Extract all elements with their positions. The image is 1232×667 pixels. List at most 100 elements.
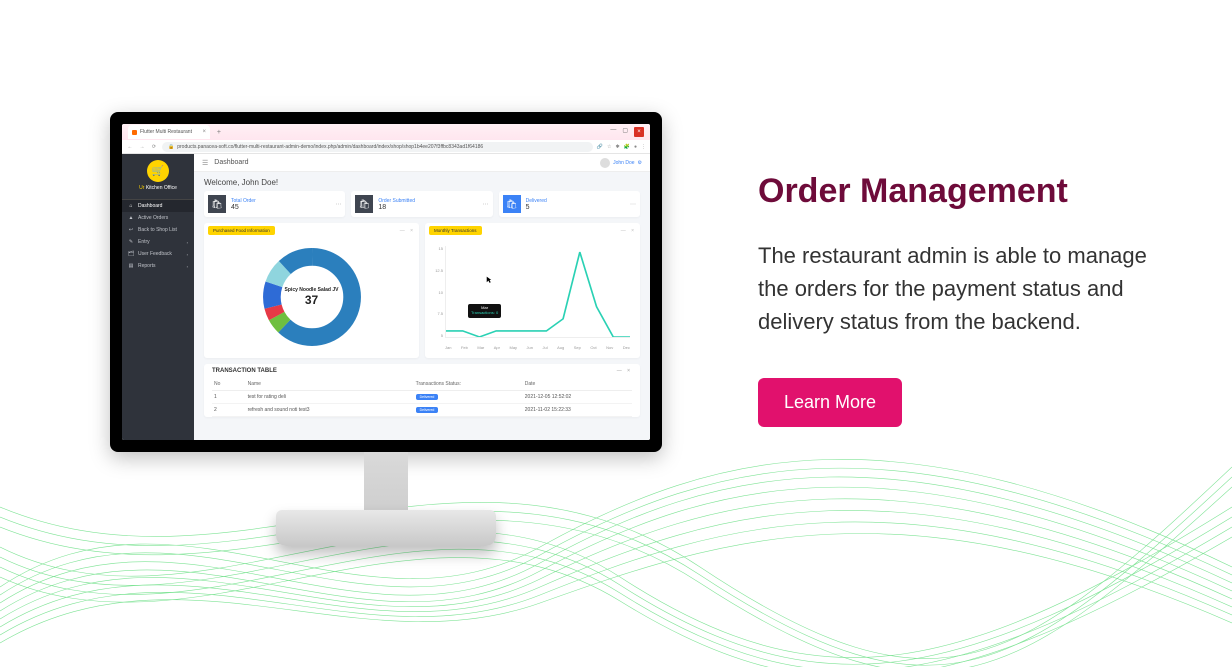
cart-icon: 🛒 [147,160,169,182]
status-badge: Delivered [416,394,439,400]
monitor-mockup: Flutter Multi Restaurant × + — ▢ × ← → ⟳… [110,112,662,546]
feature-heading: Order Management [758,172,1148,211]
chevron-right-icon: › [187,264,188,269]
stat-order-submitted: 🛍 Order Submitted18 ⋯ [351,191,492,217]
orders-icon: ▲ [128,215,134,221]
sidebar-item-label: Active Orders [138,215,168,221]
cell-date: 2021-11-02 15:22:33 [523,404,632,417]
learn-more-button[interactable]: Learn More [758,378,902,427]
feature-copy: Order Management The restaurant admin is… [758,172,1148,427]
chart-tooltip: Mar Transactions: 0 [468,304,501,318]
puzzle-icon[interactable]: 🧩 [624,144,630,150]
close-tab-icon[interactable]: × [202,129,206,135]
donut-panel: Purchased Food Information — × [204,223,419,358]
sidebar-item-reports[interactable]: ▤ Reports › [122,260,194,272]
user-name: John Doe [613,160,634,166]
page-title: Dashboard [214,159,248,166]
sidebar: 🛒 Ur Kitchen Office ⌂ Dashboard ▲ Active O… [122,154,194,440]
sidebar-item-dashboard[interactable]: ⌂ Dashboard [122,200,194,212]
ellipsis-icon[interactable]: ⋯ [335,201,341,208]
new-tab-button[interactable]: + [214,129,224,136]
sidebar-item-label: Reports [138,263,156,269]
brand-prefix: Ur [139,185,146,191]
sidebar-item-active-orders[interactable]: ▲ Active Orders [122,212,194,224]
tooltip-value: Transactions: 0 [471,311,498,316]
stat-total-order: 🛍 Total Order45 ⋯ [204,191,345,217]
cell-no: 2 [212,404,246,417]
window-close-icon[interactable]: × [634,127,644,137]
stat-value: 18 [378,204,386,211]
status-badge: Delivered [416,407,439,413]
feature-body: The restaurant admin is able to manage t… [758,239,1148,338]
browser-address-bar: ← → ⟳ 🔒 products.panacea-soft.co/flutter… [122,140,650,154]
stat-delivered: 🛍 Delivered5 ⋯ [499,191,640,217]
cell-name: test for rating deli [246,391,414,404]
kebab-menu-icon[interactable]: ⋮ [641,144,646,150]
dashboard-icon: ⌂ [128,203,134,209]
cell-name: refresh and sound noti test3 [246,404,414,417]
gear-icon[interactable]: ⚙ [638,160,642,166]
bag-icon: 🛍 [208,195,226,213]
donut-center-value: 37 [305,293,318,307]
extension-icon[interactable]: ✱ [616,144,620,150]
cell-status: Delivered [414,404,523,417]
topbar: ☰ Dashboard John Doe ⚙ [194,154,650,172]
lock-icon: 🔒 [168,144,174,150]
avatar [600,158,610,168]
nav-back-icon[interactable]: ← [126,144,134,150]
bag-icon: 🛍 [355,195,373,213]
col-status: Transactions Status: [414,378,523,391]
panel-controls[interactable]: — × [617,368,632,374]
bag-icon: 🛍 [503,195,521,213]
browser-titlebar: Flutter Multi Restaurant × + — ▢ × [122,124,650,140]
back-icon: ↩ [128,227,134,233]
window-maximize-icon[interactable]: ▢ [622,127,628,137]
panel-controls[interactable]: — × [621,228,636,234]
panel-badge: Monthly Transactions [429,226,482,235]
user-menu[interactable]: John Doe ⚙ [600,158,642,168]
ellipsis-icon[interactable]: ⋯ [483,201,489,208]
ellipsis-icon[interactable]: ⋯ [630,201,636,208]
sidebar-item-back-to-shop[interactable]: ↩ Back to Shop List [122,224,194,236]
nav-forward-icon[interactable]: → [138,144,146,150]
brand-logo: 🛒 Ur Kitchen Office [122,154,194,200]
welcome-text: Welcome, John Doe! [204,178,640,187]
table-row[interactable]: 1test for rating deliDelivered2021-12-05… [212,391,632,404]
favicon [132,130,137,135]
y-axis: 1512.5107.55 [433,246,443,338]
panel-controls[interactable]: — × [400,228,415,234]
url-field[interactable]: 🔒 products.panacea-soft.co/flutter-multi… [162,142,593,152]
transaction-table-panel: TRANSACTION TABLE— × No Name Transaction… [204,364,640,417]
stat-value: 45 [231,204,239,211]
hamburger-icon[interactable]: ☰ [202,159,208,167]
share-icon[interactable]: 🔗 [597,144,603,150]
cursor-pointer-icon [486,276,492,284]
sidebar-item-feedback[interactable]: 🗂User Feedback› [122,248,194,260]
sidebar-item-entry[interactable]: ✎Entry› [122,236,194,248]
line-panel: Monthly Transactions — × 1512.5107.55 [425,223,640,358]
chevron-right-icon: › [187,252,188,257]
star-icon[interactable]: ☆ [607,144,611,150]
cell-no: 1 [212,391,246,404]
col-date: Date [523,378,632,391]
table-row[interactable]: 2refresh and sound noti test3Delivered 20… [212,404,632,417]
reports-icon: ▤ [128,263,134,269]
cell-status: Delivered [414,391,523,404]
col-no: No [212,378,246,391]
nav-reload-icon[interactable]: ⟳ [150,144,158,150]
entry-icon: ✎ [128,239,134,245]
sidebar-item-label: Back to Shop List [138,227,177,233]
sidebar-item-label: Dashboard [138,203,162,209]
tab-title: Flutter Multi Restaurant [140,129,192,135]
sidebar-item-label: Entry [138,239,150,245]
stat-value: 5 [526,204,530,211]
col-name: Name [246,378,414,391]
x-axis: JanFebMarAprMayJunJulAugSepOctNovDec [445,345,630,350]
browser-tab[interactable]: Flutter Multi Restaurant × [128,125,210,139]
brand-name: Kitchen Office [146,185,177,191]
panel-badge: Purchased Food Information [208,226,275,235]
profile-dot-icon[interactable]: ● [634,144,637,150]
window-minimize-icon[interactable]: — [610,127,616,137]
transaction-table: No Name Transactions Status: Date 1test … [212,378,632,417]
line-chart: 1512.5107.55 [431,242,634,352]
